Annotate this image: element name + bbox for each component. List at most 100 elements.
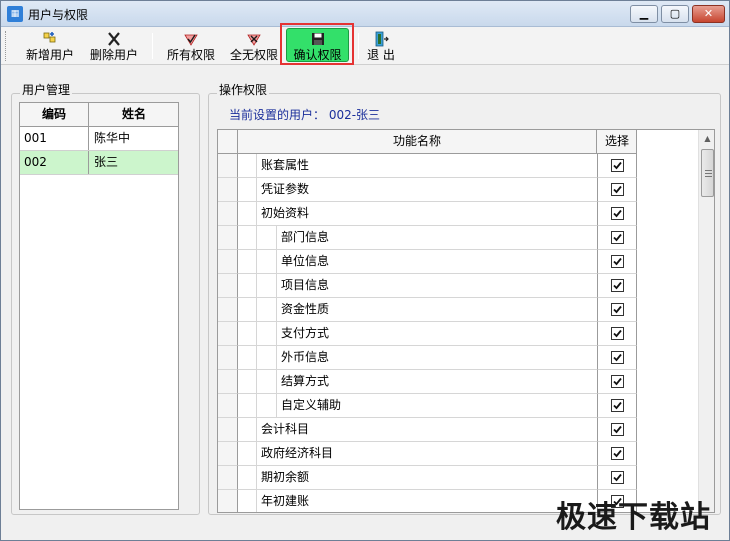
all-permissions-button[interactable]: 所有权限 [164, 29, 218, 63]
permission-row[interactable]: 外币信息 [218, 346, 637, 370]
row-indicator[interactable] [218, 202, 238, 226]
permission-row[interactable]: 账套属性 [218, 154, 637, 178]
confirm-permissions-button[interactable]: 确认权限 [286, 28, 349, 62]
row-indicator-header [218, 130, 238, 153]
close-icon: ✕ [703, 7, 714, 20]
permission-row[interactable]: 政府经济科目 [218, 442, 637, 466]
check-icon [613, 329, 622, 338]
toolbar-separator [358, 33, 359, 59]
user-row-selected[interactable]: 002 张三 [20, 151, 178, 175]
col-name-header[interactable]: 姓名 [90, 103, 178, 126]
permission-checkbox[interactable] [611, 375, 624, 388]
col-function-name-header[interactable]: 功能名称 [238, 130, 597, 153]
row-indicator[interactable] [218, 178, 238, 202]
function-name-cell: 年初建账 [257, 490, 598, 512]
tree-indent [257, 346, 277, 370]
no-permissions-button[interactable]: 全无权限 [227, 29, 281, 63]
permission-row[interactable]: 单位信息 [218, 250, 637, 274]
function-name-cell: 资金性质 [277, 298, 598, 322]
check-icon [613, 425, 622, 434]
tree-indent [238, 370, 257, 394]
permission-checkbox[interactable] [611, 447, 624, 460]
permission-checkbox[interactable] [611, 183, 624, 196]
function-name-cell: 凭证参数 [257, 178, 598, 202]
permission-checkbox[interactable] [611, 207, 624, 220]
row-indicator[interactable] [218, 346, 238, 370]
user-code-cell: 002 [20, 151, 89, 174]
check-icon [613, 209, 622, 218]
maximize-button[interactable]: ▢ [661, 5, 689, 23]
permission-checkbox[interactable] [611, 231, 624, 244]
row-indicator[interactable] [218, 322, 238, 346]
permission-row[interactable]: 结算方式 [218, 370, 637, 394]
minimize-button[interactable]: ▁ [630, 5, 658, 23]
function-name-cell: 账套属性 [257, 154, 598, 178]
user-row[interactable]: 001 陈华中 [20, 127, 178, 151]
row-indicator[interactable] [218, 298, 238, 322]
permission-checkbox[interactable] [611, 351, 624, 364]
tree-indent [257, 226, 277, 250]
col-code-header[interactable]: 编码 [20, 103, 89, 126]
tree-indent [238, 346, 257, 370]
row-indicator[interactable] [218, 442, 238, 466]
tree-indent [238, 226, 257, 250]
add-user-label: 新增用户 [25, 48, 74, 62]
function-name-cell: 外币信息 [277, 346, 598, 370]
tree-indent [238, 178, 257, 202]
permission-row[interactable]: 初始资料 [218, 202, 637, 226]
col-select-header[interactable]: 选择 [598, 130, 637, 153]
row-indicator[interactable] [218, 394, 238, 418]
permission-row[interactable]: 期初余额 [218, 466, 637, 490]
row-indicator[interactable] [218, 250, 238, 274]
permission-row[interactable]: 支付方式 [218, 322, 637, 346]
tree-indent [238, 274, 257, 298]
permission-checkbox[interactable] [611, 327, 624, 340]
tree-indent [238, 154, 257, 178]
select-cell [598, 346, 637, 370]
toolbar-separator [152, 33, 153, 59]
permission-row[interactable]: 凭证参数 [218, 178, 637, 202]
permission-checkbox[interactable] [611, 279, 624, 292]
permission-checkbox[interactable] [611, 303, 624, 316]
row-indicator[interactable] [218, 466, 238, 490]
toolbar-grip [5, 31, 8, 61]
row-indicator[interactable] [218, 418, 238, 442]
user-grid: 编码 姓名 001 陈华中 002 张三 [19, 102, 179, 510]
tree-indent [257, 322, 277, 346]
select-cell [598, 322, 637, 346]
permission-checkbox[interactable] [611, 423, 624, 436]
exit-button[interactable]: 退 出 [361, 29, 401, 63]
select-cell [598, 154, 637, 178]
permission-checkbox[interactable] [611, 255, 624, 268]
row-indicator[interactable] [218, 370, 238, 394]
select-cell [598, 226, 637, 250]
row-indicator[interactable] [218, 490, 238, 512]
maximize-icon: ▢ [669, 7, 681, 20]
tree-indent [238, 466, 257, 490]
select-cell [598, 202, 637, 226]
permission-grid: 功能名称 选择 账套属性 凭证参数 初始资料 部门信息 单位信息 项目信息 资金性质 支付方式… [217, 129, 715, 513]
add-user-button[interactable]: 新增用户 [23, 29, 77, 63]
permission-row[interactable]: 自定义辅助 [218, 394, 637, 418]
toolbar: 新增用户 删除用户 所有权限 全无权限 确认权限 退 出 [1, 23, 729, 65]
title-bar: ▦ 用户与权限 ▁ ▢ ✕ [1, 1, 729, 27]
vertical-scrollbar[interactable]: ▲ [698, 130, 714, 512]
row-indicator[interactable] [218, 226, 238, 250]
delete-user-button[interactable]: 删除用户 [87, 29, 141, 63]
check-icon [613, 257, 622, 266]
permission-checkbox[interactable] [611, 399, 624, 412]
scroll-up-icon[interactable]: ▲ [699, 130, 714, 147]
row-indicator[interactable] [218, 274, 238, 298]
permission-row[interactable]: 项目信息 [218, 274, 637, 298]
permission-checkbox[interactable] [611, 159, 624, 172]
tree-indent [257, 394, 277, 418]
tree-indent [257, 298, 277, 322]
row-indicator[interactable] [218, 154, 238, 178]
permission-row[interactable]: 资金性质 [218, 298, 637, 322]
permission-row[interactable]: 部门信息 [218, 226, 637, 250]
scroll-thumb[interactable] [701, 149, 714, 197]
close-button[interactable]: ✕ [692, 5, 725, 23]
permission-checkbox[interactable] [611, 471, 624, 484]
permission-row[interactable]: 会计科目 [218, 418, 637, 442]
delete-x-icon [108, 32, 120, 46]
